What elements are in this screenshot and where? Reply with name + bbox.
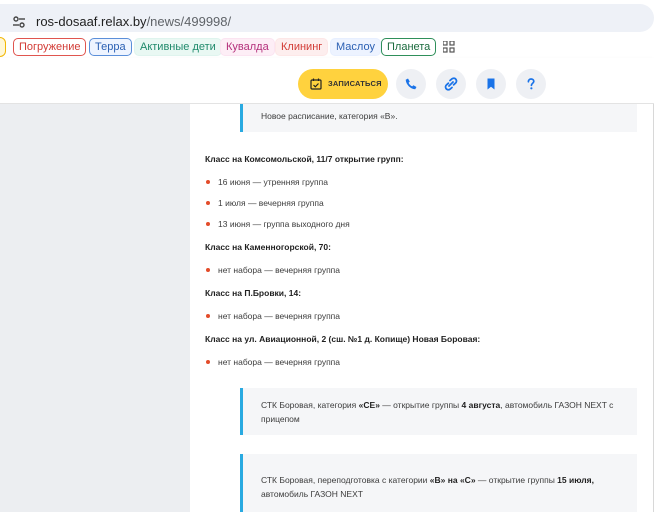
note-ce: СТК Боровая, категория «СЕ» — открытие г… (240, 388, 637, 435)
address-bar-area: ros-dosaaf.relax.by/news/499998/ (0, 0, 654, 36)
bullet-icon (206, 222, 210, 226)
url-path: /news/499998/ (146, 14, 232, 29)
site-toolbar: ЗАПИСАТЬСЯ (0, 58, 654, 104)
link-button[interactable] (436, 69, 466, 99)
url-host: ros-dosaaf.relax.by (36, 14, 147, 29)
note-top: Новое расписание, категория «В». (240, 104, 637, 132)
section-heading: Класс на Комсомольской, 11/7 открытие гр… (205, 154, 404, 164)
sign-up-label: ЗАПИСАТЬСЯ (328, 79, 382, 88)
bookmarks-bar: Погружение Терра Активные дети Кувалда К… (0, 36, 654, 58)
question-icon (527, 78, 535, 90)
section-heading: Класс на Каменногорской, 70: (205, 242, 331, 252)
bookmark-pogruzhenie[interactable]: Погружение (13, 38, 87, 56)
bullet-icon (206, 314, 210, 318)
bookmark-aktivnye-deti[interactable]: Активные дети (134, 38, 222, 56)
help-button[interactable] (516, 69, 546, 99)
bookmark-maslou[interactable]: Маслоу (330, 38, 381, 56)
note-ce-text: СТК Боровая, категория «СЕ» — открытие г… (261, 400, 614, 424)
bookmark-planeta[interactable]: Планета (381, 38, 437, 56)
article-content: Новое расписание, категория «В». Класс н… (190, 104, 654, 512)
bullet-icon (206, 201, 210, 205)
url-text[interactable]: ros-dosaaf.relax.by/news/499998/ (36, 14, 231, 30)
section-heading: Класс на ул. Авиационной, 2 (сш. №1 д. К… (205, 334, 481, 344)
note-top-text: Новое расписание, категория «В». (261, 111, 398, 121)
address-bar[interactable]: ros-dosaaf.relax.by/news/499998/ (0, 4, 654, 32)
phone-button[interactable] (396, 69, 426, 99)
phone-icon (405, 78, 417, 90)
left-gutter (0, 104, 190, 512)
bullet-icon (206, 268, 210, 272)
apps-grid-icon[interactable] (443, 41, 455, 53)
bookmark-klining[interactable]: Клининг (275, 38, 329, 56)
bookmark-button[interactable] (476, 69, 506, 99)
bullet-icon (206, 180, 210, 184)
section-heading: Класс на П.Бровки, 14: (205, 288, 302, 298)
bookmark-terra[interactable]: Терра (89, 38, 132, 56)
bookmark-icon (487, 78, 495, 90)
calendar-check-icon (310, 78, 322, 90)
bookmark-kuvalda[interactable]: Кувалда (220, 38, 275, 56)
link-icon (444, 77, 458, 91)
bookmark-partial[interactable] (0, 37, 6, 57)
note-bc: СТК Боровая, переподготовка с категории … (240, 454, 637, 512)
site-settings-icon[interactable] (12, 15, 26, 29)
bullet-icon (206, 360, 210, 364)
note-bc-text: СТК Боровая, переподготовка с категории … (261, 475, 594, 499)
sign-up-button[interactable]: ЗАПИСАТЬСЯ (298, 69, 388, 99)
